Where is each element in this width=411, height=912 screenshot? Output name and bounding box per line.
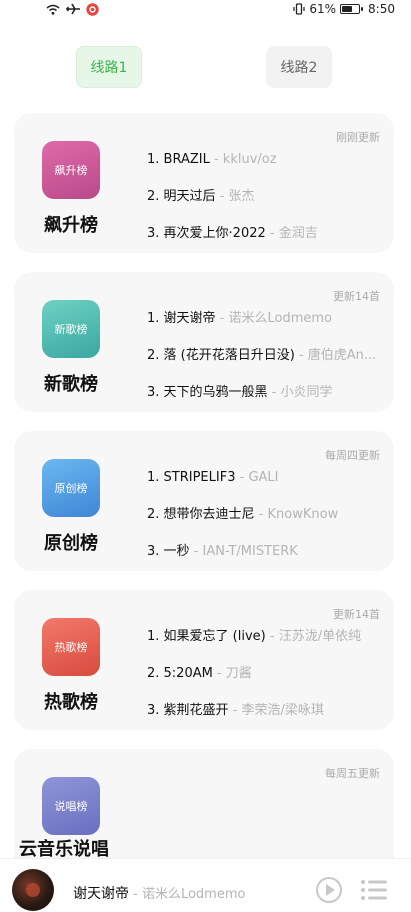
playlist-button[interactable] <box>360 879 388 901</box>
update-tag: 每周五更新 <box>325 767 380 780</box>
track-item[interactable]: 2. 落 (花开花落日升日没) - 唐伯虎An... <box>147 347 393 384</box>
track-item[interactable]: 2. 想带你去迪士尼 - KnowKnow <box>147 506 393 543</box>
playlist-icon <box>361 880 387 900</box>
battery-fill <box>342 6 353 12</box>
track-artist: - 唐伯虎An... <box>294 348 377 363</box>
chart-name: 飙升榜 <box>44 215 98 236</box>
chart-name: 热歌榜 <box>44 692 98 713</box>
track-artist: - 刀酱 <box>212 666 252 681</box>
chart-cover[interactable]: 热歌榜 <box>42 618 100 676</box>
track-item[interactable]: 1. BRAZIL - kkluv/oz <box>147 151 393 188</box>
tab-route-1[interactable]: 线路1 <box>76 46 142 88</box>
now-playing-cover[interactable] <box>12 869 54 911</box>
track-title: 3. 一秒 <box>147 544 190 559</box>
track-title: 2. 落 (花开花落日升日没) <box>147 348 295 363</box>
battery-icon <box>340 4 364 14</box>
chart-card-hot[interactable]: 热歌榜 热歌榜 更新14首 1. 如果爱忘了 (live) - 汪苏泷/单依纯 … <box>14 590 394 730</box>
track-title: 1. STRIPELIF3 <box>147 470 236 485</box>
update-tag: 更新14首 <box>333 608 380 621</box>
track-artist: - kkluv/oz <box>209 152 277 167</box>
clock: 8:50 <box>368 2 395 16</box>
vibrate-icon <box>293 3 305 15</box>
track-artist: - 张杰 <box>215 189 255 204</box>
track-list: 1. 如果爱忘了 (live) - 汪苏泷/单依纯 2. 5:20AM - 刀酱… <box>147 628 393 739</box>
play-button[interactable] <box>316 877 342 903</box>
mini-player[interactable]: 谢天谢帝 - 诺米么Lodmemo <box>0 858 411 912</box>
track-artist: - GALI <box>235 470 279 485</box>
chart-card-new-songs[interactable]: 新歌榜 新歌榜 更新14首 1. 谢天谢帝 - 诺米么Lodmemo 2. 落 … <box>14 272 394 412</box>
track-item[interactable]: 3. 一秒 - IAN-T/MISTERK <box>147 543 393 580</box>
chart-card-soaring[interactable]: 飙升榜 飙升榜 刚刚更新 1. BRAZIL - kkluv/oz 2. 明天过… <box>14 113 394 253</box>
track-item[interactable]: 3. 紫荆花盛开 - 李荣浩/梁咏琪 <box>147 702 393 739</box>
track-artist: - 小炎同学 <box>267 385 333 400</box>
update-tag: 更新14首 <box>333 290 380 303</box>
track-list: 1. BRAZIL - kkluv/oz 2. 明天过后 - 张杰 3. 再次爱… <box>147 151 393 262</box>
track-item[interactable]: 3. 天下的乌鸦一般黑 - 小炎同学 <box>147 384 393 421</box>
tab-route-2[interactable]: 线路2 <box>266 46 332 88</box>
track-title: 1. 如果爱忘了 (live) <box>147 629 266 644</box>
track-title: 2. 明天过后 <box>147 189 216 204</box>
track-list: 1. 谢天谢帝 - 诺米么Lodmemo 2. 落 (花开花落日升日没) - 唐… <box>147 310 393 421</box>
airplane-mode-icon <box>66 3 80 15</box>
chart-name: 新歌榜 <box>44 374 98 395</box>
track-title: 3. 天下的乌鸦一般黑 <box>147 385 268 400</box>
track-artist: - 金润吉 <box>265 226 318 241</box>
track-artist: - 诺米么Lodmemo <box>215 311 333 326</box>
route-tabs: 线路1 线路2 <box>0 46 411 88</box>
track-item[interactable]: 2. 明天过后 - 张杰 <box>147 188 393 225</box>
play-icon <box>326 884 335 896</box>
status-right: 61% 8:50 <box>293 2 395 16</box>
chart-name: 原创榜 <box>44 533 98 554</box>
track-title: 2. 5:20AM <box>147 666 213 681</box>
track-title: 2. 想带你去迪士尼 <box>147 507 255 522</box>
now-playing-title: 谢天谢帝 <box>73 886 129 902</box>
track-title: 3. 再次爱上你·2022 <box>147 226 266 241</box>
now-playing-info[interactable]: 谢天谢帝 - 诺米么Lodmemo <box>73 883 245 903</box>
track-item[interactable]: 1. 如果爱忘了 (live) - 汪苏泷/单依纯 <box>147 628 393 665</box>
track-artist: - IAN-T/MISTERK <box>189 544 298 559</box>
track-item[interactable]: 3. 再次爱上你·2022 - 金润吉 <box>147 225 393 262</box>
update-tag: 刚刚更新 <box>336 131 380 144</box>
track-title: 1. 谢天谢帝 <box>147 311 216 326</box>
chart-cover[interactable]: 原创榜 <box>42 459 100 517</box>
status-bar: 61% 8:50 <box>0 0 411 18</box>
now-playing-artist: - 诺米么Lodmemo <box>129 887 246 902</box>
track-title: 3. 紫荆花盛开 <box>147 703 229 718</box>
track-artist: - KnowKnow <box>254 507 339 522</box>
chart-cover[interactable]: 飙升榜 <box>42 141 100 199</box>
chart-cover[interactable]: 新歌榜 <box>42 300 100 358</box>
battery-percent: 61% <box>309 2 337 16</box>
track-list: 1. STRIPELIF3 - GALI 2. 想带你去迪士尼 - KnowKn… <box>147 469 393 580</box>
track-artist: - 汪苏泷/单依纯 <box>265 629 362 644</box>
chart-card-original[interactable]: 原创榜 原创榜 每周四更新 1. STRIPELIF3 - GALI 2. 想带… <box>14 431 394 571</box>
track-item[interactable]: 1. STRIPELIF3 - GALI <box>147 469 393 506</box>
track-item[interactable]: 2. 5:20AM - 刀酱 <box>147 665 393 702</box>
track-artist: - 李荣浩/梁咏琪 <box>228 703 324 718</box>
track-item[interactable]: 1. 谢天谢帝 - 诺米么Lodmemo <box>147 310 393 347</box>
status-left <box>46 2 99 16</box>
update-tag: 每周四更新 <box>325 449 380 462</box>
wifi-icon <box>46 4 60 15</box>
chart-cover[interactable]: 说唱榜 <box>42 777 100 835</box>
track-title: 1. BRAZIL <box>147 152 210 167</box>
music-app-notification-icon <box>86 2 99 16</box>
